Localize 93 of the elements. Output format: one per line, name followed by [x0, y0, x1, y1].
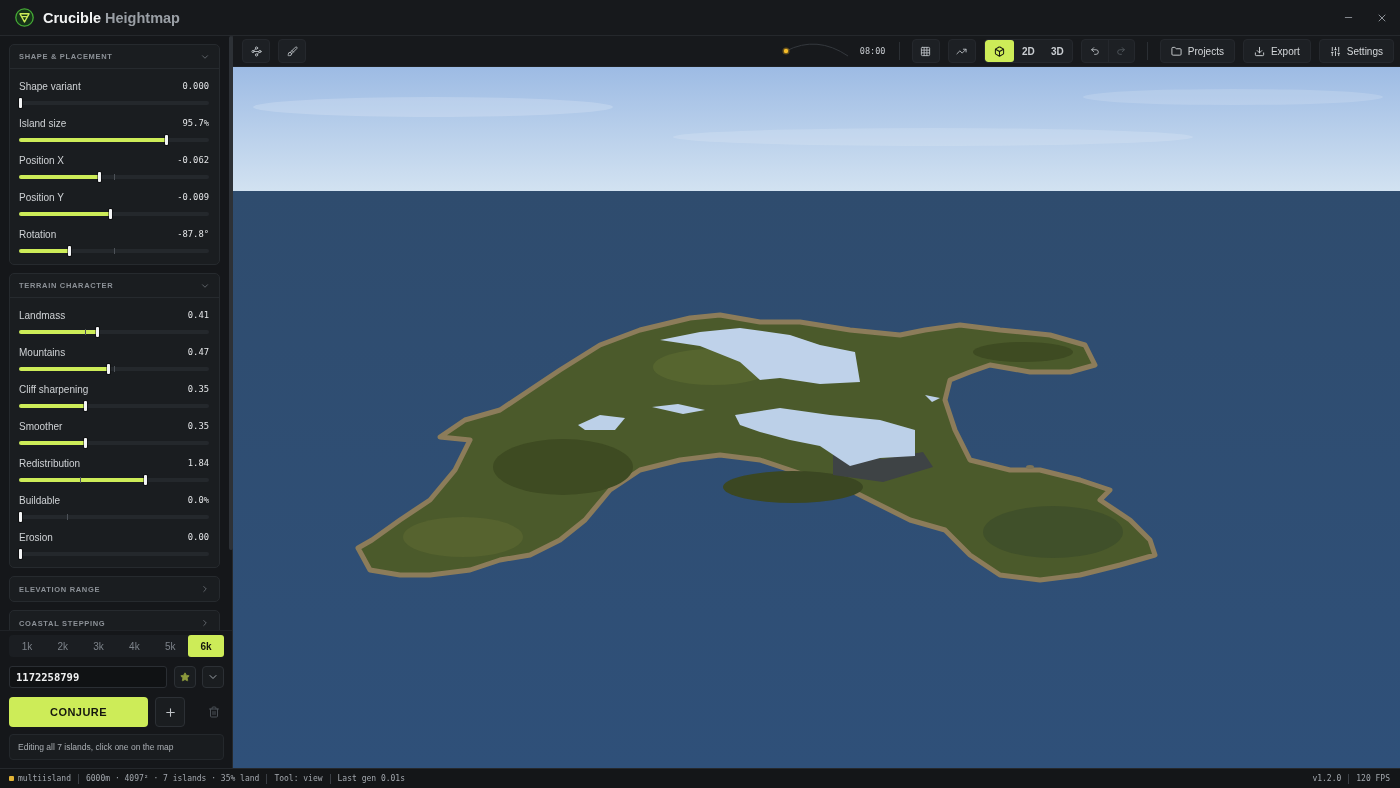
- slider-thumb[interactable]: [106, 364, 110, 374]
- slider-thumb[interactable]: [97, 172, 101, 182]
- slider-track[interactable]: [19, 549, 209, 559]
- status-text: Tool: view: [274, 774, 323, 783]
- slider-label: Cliff sharpening: [19, 383, 89, 395]
- slider-value: 95.7%: [182, 118, 209, 128]
- slider-label: Smoother: [19, 420, 63, 432]
- slider-thumb[interactable]: [84, 438, 88, 448]
- resolution-option[interactable]: 6k: [188, 635, 224, 657]
- hint-text: Editing all 7 islands, click one on the map: [9, 734, 224, 760]
- slider-value: 0.41: [187, 310, 209, 320]
- cube-icon: [993, 45, 1005, 57]
- resolution-option[interactable]: 4k: [116, 635, 153, 657]
- slider-track[interactable]: [19, 401, 209, 411]
- slider-label: Landmass: [19, 309, 66, 321]
- slider-label: Position X: [19, 154, 65, 166]
- slider-value: 0.35: [187, 421, 209, 431]
- sun-thumb[interactable]: [782, 47, 790, 55]
- slider-value: 0.000: [182, 81, 209, 91]
- slider-label: Erosion: [19, 531, 53, 543]
- toolbar-button[interactable]: Settings: [1318, 39, 1394, 63]
- slider-track[interactable]: [19, 246, 209, 256]
- grid-button[interactable]: [911, 39, 940, 63]
- app-title: Crucible Heightmap: [43, 9, 180, 26]
- slider-value: 0.47: [187, 347, 209, 357]
- slider-track[interactable]: [19, 512, 209, 522]
- logo-icon: [15, 8, 34, 27]
- folder-icon: [1170, 45, 1182, 57]
- slider-thumb[interactable]: [108, 209, 112, 219]
- grid-icon: [920, 45, 932, 57]
- resolution-option[interactable]: 2k: [44, 635, 81, 657]
- chevron-right-icon: [200, 618, 210, 628]
- status-text: Last gen 0.01s: [337, 774, 405, 783]
- slider-track[interactable]: [19, 327, 209, 337]
- slider-track[interactable]: [19, 135, 209, 145]
- slider-track[interactable]: [19, 172, 209, 182]
- resolution-option[interactable]: 1k: [9, 635, 45, 657]
- slider-label: Rotation: [19, 228, 57, 240]
- slider-track[interactable]: [19, 475, 209, 485]
- status-text: 120 FPS: [1356, 774, 1390, 783]
- plus-icon: [163, 705, 177, 719]
- seed-input[interactable]: 1172258799: [9, 666, 167, 688]
- slider-track[interactable]: [19, 209, 209, 219]
- view-mode-option[interactable]: [984, 40, 1014, 62]
- slider-label: Mountains: [19, 346, 66, 358]
- status-text: v1.2.0: [1312, 774, 1342, 783]
- slider-value: -87.8°: [177, 229, 209, 239]
- redo-icon: [1116, 46, 1127, 56]
- chevron-right-icon: [200, 584, 210, 594]
- resolution-option[interactable]: 5k: [152, 635, 189, 657]
- slider-track[interactable]: [19, 98, 209, 108]
- view-mode-option[interactable]: 3D: [1042, 40, 1072, 62]
- settings-icon: [1329, 45, 1341, 57]
- slider-label: Buildable: [19, 494, 61, 506]
- profile-button[interactable]: [947, 39, 976, 63]
- resolution-option[interactable]: 3k: [80, 635, 117, 657]
- slider-thumb[interactable]: [164, 135, 168, 145]
- slider-value: 0.35: [187, 384, 209, 394]
- toolbar-button[interactable]: Export: [1242, 39, 1311, 63]
- slider-thumb[interactable]: [19, 549, 22, 559]
- time-label: 08:00: [859, 46, 887, 56]
- slider-thumb[interactable]: [67, 246, 71, 256]
- brush-tool-button[interactable]: [278, 39, 306, 63]
- toolbar-button[interactable]: Projects: [1159, 39, 1235, 63]
- path-tool-button[interactable]: [242, 39, 270, 63]
- undo-icon: [1089, 46, 1100, 56]
- slider-track[interactable]: [19, 364, 209, 374]
- slider-thumb[interactable]: [95, 327, 99, 337]
- slider-thumb[interactable]: [84, 401, 88, 411]
- brush-icon: [286, 45, 298, 57]
- view-mode-option[interactable]: 2D: [1013, 40, 1043, 62]
- slider-label: Position Y: [19, 191, 64, 203]
- slider-value: -0.009: [177, 192, 209, 202]
- slider-label: Island size: [19, 117, 67, 129]
- slider-thumb[interactable]: [144, 475, 148, 485]
- slider-value: 0.00: [187, 532, 209, 542]
- slider-value: 1.84: [187, 458, 209, 468]
- star-icon: [180, 672, 190, 682]
- slider-track[interactable]: [19, 438, 209, 448]
- slider-thumb[interactable]: [19, 512, 22, 522]
- trash-icon: [208, 706, 220, 718]
- status-text: multiisland: [18, 774, 71, 783]
- slider-value: 0.0%: [187, 495, 209, 505]
- favorite-button[interactable]: [174, 666, 196, 688]
- slider-thumb[interactable]: [19, 98, 22, 108]
- conjure-button[interactable]: CONJURE: [9, 697, 148, 727]
- scrollbar-thumb[interactable]: [229, 36, 233, 550]
- slider-label: Redistribution: [19, 457, 81, 469]
- waypoints-icon: [250, 45, 262, 57]
- slider-value: -0.062: [177, 155, 209, 165]
- download-icon: [1253, 45, 1265, 57]
- slider-label: Shape variant: [19, 80, 81, 92]
- status-text: 6000m · 4097² · 7 islands · 35% land: [86, 774, 260, 783]
